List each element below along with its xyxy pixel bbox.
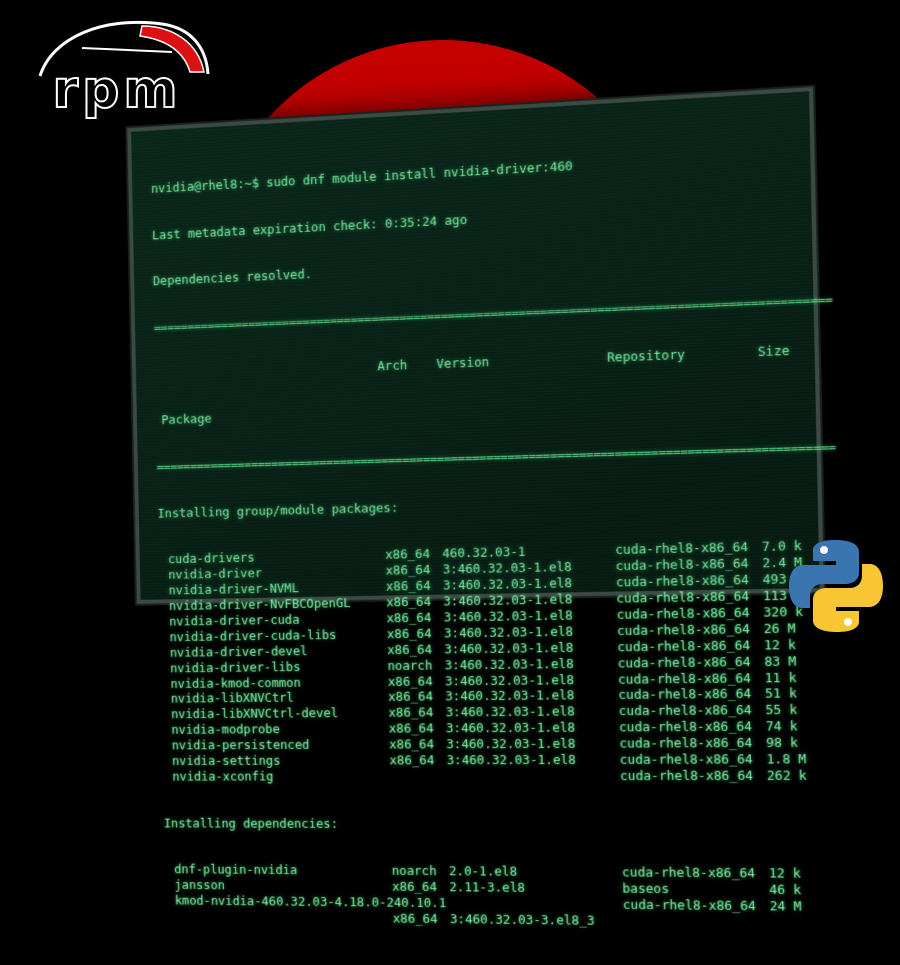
package-name: nvidia-libXNVCtrl-devel (170, 705, 339, 722)
package-repo: cuda-rhel8-x86_64 (618, 686, 752, 703)
dep-packages-list: dnf-plugin-nvidia noarch 2.0-1.el8 cuda-rhe… (165, 862, 810, 931)
package-arch: x86_64 (386, 625, 432, 642)
package-arch: x86_64 (391, 878, 438, 895)
header-version: Version (436, 353, 490, 371)
package-size: 12 k (763, 636, 797, 653)
metadata-line: Last metadata expiration check: 0:35:24 … (151, 211, 468, 242)
separator-bottom: ========================================… (156, 438, 836, 474)
package-repo: baseos (622, 880, 670, 897)
package-size: 11 k (764, 669, 797, 685)
package-version: 3:460.32.03-1.el8 (445, 687, 575, 704)
package-name: nvidia-kmod-common (170, 674, 301, 691)
package-row: nvidia-xconfig cuda-rhel8-x86_64 262 k (163, 767, 807, 784)
package-arch: x86_64 (388, 720, 434, 736)
package-size: 51 k (764, 685, 798, 702)
package-version: 3:460.32.03-1.el8 (446, 751, 576, 768)
package-version: 3:460.32.03-1.el8 (443, 623, 574, 641)
header-arch: Arch (377, 356, 408, 373)
package-arch: x86_64 (387, 673, 433, 689)
package-version: 2.11-3.el8 (449, 879, 526, 896)
package-arch: noarch (391, 863, 437, 879)
package-size: 262 k (766, 767, 807, 783)
package-arch: x86_64 (388, 688, 434, 705)
package-name: nvidia-libXNVCtrl (170, 690, 294, 706)
package-size: 55 k (765, 701, 798, 718)
package-arch: noarch (387, 657, 433, 673)
package-repo: cuda-rhel8-x86_64 (617, 669, 752, 687)
package-size: 1.8 M (766, 751, 807, 767)
section-group-heading: Installing group/module packages: (157, 499, 399, 521)
package-size: 98 k (765, 734, 799, 751)
package-size: 24 M (769, 898, 802, 914)
python-logo-icon (789, 540, 883, 632)
rpm-logo-text: rpm (51, 60, 182, 120)
package-version: 3:460.32.03-1.el8 (443, 607, 573, 625)
package-repo: cuda-rhel8-x86_64 (621, 864, 756, 881)
package-version: 3:460.32.03-1.el8 (445, 703, 575, 720)
package-version: 3:460.32.03-3.el8_3 (449, 911, 595, 928)
package-arch: x86_64 (389, 736, 435, 752)
terminal-body: nvidia@rhel8:~$ sudo dnf module install … (127, 86, 836, 928)
package-name: nvidia-settings (171, 752, 281, 768)
package-arch: x86_64 (386, 593, 432, 610)
package-size: 12 k (768, 865, 801, 882)
package-name: nvidia-driver-libs (170, 658, 301, 676)
section-deps-heading: Installing dependencies: (163, 815, 339, 831)
python-logo (786, 536, 886, 636)
package-name: nvidia-persistenced (171, 737, 310, 753)
package-name: nvidia-modprobe (171, 721, 280, 737)
package-repo: cuda-rhel8-x86_64 (622, 896, 757, 914)
package-repo: cuda-rhel8-x86_64 (619, 751, 753, 767)
package-repo: cuda-rhel8-x86_64 (616, 620, 751, 639)
package-repo: cuda-rhel8-x86_64 (617, 637, 751, 655)
package-arch: x86_64 (385, 546, 431, 563)
package-name: jansson (174, 877, 226, 893)
package-arch: x86_64 (385, 578, 431, 594)
resolved-line: Dependencies resolved. (152, 266, 313, 289)
package-name: nvidia-xconfig (172, 768, 274, 784)
package-repo: cuda-rhel8-x86_64 (619, 767, 754, 784)
header-size: Size (757, 342, 790, 359)
package-arch: x86_64 (386, 609, 432, 626)
package-name: nvidia-driver-devel (169, 643, 308, 660)
terminal-output: nvidia@rhel8:~$ sudo dnf module install … (150, 113, 836, 964)
package-version: 3:460.32.03-1.el8 (444, 655, 574, 673)
package-repo: cuda-rhel8-x86_64 (619, 734, 753, 751)
package-version: 2.0-1.el8 (448, 863, 518, 880)
package-repo: cuda-rhel8-x86_64 (618, 718, 753, 735)
package-version: 3:460.32.03-1.el8 (444, 639, 574, 657)
header-row-lower: Package (156, 391, 799, 429)
package-version: 3:460.32.03-1.el8 (444, 671, 575, 688)
package-arch: x86_64 (385, 562, 431, 578)
package-size: 46 k (769, 881, 802, 898)
package-version: 3:460.32.03-1.el8 (446, 735, 576, 752)
package-repo: cuda-rhel8-x86_64 (616, 604, 750, 622)
terminal-window[interactable]: nvidia@rhel8:~$ sudo dnf module install … (127, 86, 836, 928)
header-repository: Repository (606, 346, 686, 365)
package-version: 3:460.32.03-1.el8 (445, 719, 576, 736)
package-row: nvidia-settings x86_64 3:460.32.03-1.el8 cu… (162, 751, 807, 769)
package-size: 74 k (765, 718, 798, 734)
separator-top: ========================================… (153, 291, 833, 335)
package-size: 83 M (764, 652, 797, 669)
command-prompt: nvidia@rhel8:~$ sudo dnf module install … (150, 157, 573, 196)
group-packages-list: cuda-drivers x86_64 460.32.03-1 cuda-rhel8-… (158, 538, 807, 784)
header-row-upper: Arch Version Repository Size (155, 342, 798, 382)
package-arch: x86_64 (389, 752, 435, 768)
package-repo: cuda-rhel8-x86_64 (617, 653, 751, 671)
header-package: Package (161, 411, 212, 428)
package-repo: cuda-rhel8-x86_64 (618, 702, 752, 719)
package-arch: x86_64 (388, 704, 434, 721)
package-name: dnf-plugin-nvidia (174, 861, 298, 878)
rpm-logo: rpm (22, 18, 212, 118)
package-arch: x86_64 (392, 910, 438, 927)
scene: rpm nvidia@rhel8:~$ sudo dnf module inst… (0, 0, 900, 928)
